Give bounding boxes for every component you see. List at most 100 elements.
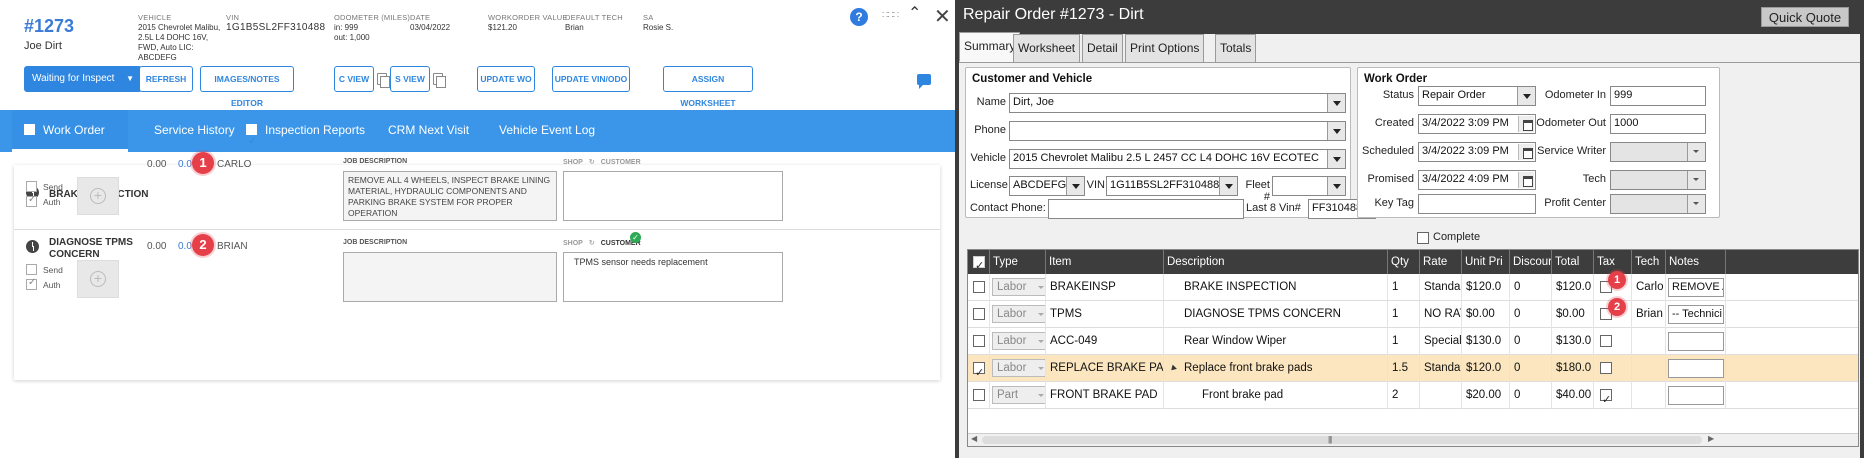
phone-combo[interactable] [1009,121,1346,141]
row-tech: Carlo [1632,274,1666,301]
job-description-field[interactable] [343,252,557,302]
copy-icon[interactable] [433,73,446,88]
customer-note-field[interactable] [563,171,783,221]
row-qty: 1 [1388,328,1420,355]
add-photo-icon: + [90,188,106,204]
table-row[interactable]: Labor ACC-049 Rear Window Wiper 1 Speciali $1… [968,328,1858,355]
row-description: Replace front brake pads [1164,355,1388,382]
tab-checkbox[interactable] [246,122,257,162]
chevron-up-icon[interactable]: ⌃ [908,3,921,23]
tab-detail[interactable]: Detail [1082,34,1123,62]
select-all-checkbox[interactable] [968,250,990,274]
row-qty: 1.5 [1388,355,1420,382]
copy-icon[interactable] [377,73,390,88]
table-row[interactable]: Part FRONT BRAKE PAD Front brake pad 2 $20.0… [968,382,1858,409]
vin-combo[interactable]: 1G11B5SL2FF310488 [1106,176,1238,196]
tab-service-history[interactable]: Service History [154,110,235,152]
workorder-value-info: WORKORDER VALUE $121.20 [488,13,568,32]
tab-print-options[interactable]: Print Options [1125,34,1205,62]
tab-crm-next-visit[interactable]: CRM Next Visit [388,110,469,152]
row-notes-field[interactable]: -- Technici [1666,301,1726,328]
row-disc: 0 [1510,382,1552,409]
row-checkbox[interactable] [968,355,990,382]
chat-icon[interactable] [917,74,931,89]
row-checkbox[interactable] [968,382,990,409]
add-photo-button[interactable]: + [77,177,119,215]
horizontal-scrollbar[interactable]: ◀ ||| ▶ [968,433,1858,446]
row-notes-field[interactable] [1666,382,1726,409]
shop-customer-toggle[interactable]: SHOP ↻ CUSTOMER [563,158,641,166]
contact-phone-field[interactable] [1048,199,1244,219]
customer-note-field[interactable]: TPMS sensor needs replacement [563,252,783,302]
refresh-button[interactable]: REFRESH [139,66,193,92]
row-rate [1420,382,1462,409]
add-photo-button[interactable]: + [77,260,119,298]
row-checkbox[interactable] [968,274,990,301]
tab-totals[interactable]: Totals [1215,34,1257,62]
key-tag-field[interactable] [1418,194,1536,214]
row-notes-field[interactable] [1666,355,1726,382]
auth-checkbox[interactable]: Auth [26,277,61,290]
send-checkbox[interactable]: Send [26,181,63,192]
send-checkbox[interactable]: Send [26,264,63,275]
row-type-combo[interactable]: Labor [990,301,1046,328]
grid-icon[interactable]: ∷∷∷ [882,10,900,22]
dropdown-icon [1327,94,1345,112]
row-notes-field[interactable] [1666,328,1726,355]
images-notes-editor-button[interactable]: IMAGES/NOTES EDITOR [200,66,294,108]
status-combo[interactable]: Repair Order [1418,86,1536,106]
tab-inspection-reports[interactable]: Inspection Reports [246,110,365,162]
expand-icon[interactable] [1169,364,1177,373]
job-description-field[interactable]: REMOVE ALL 4 WHEELS, INSPECT BRAKE LININ… [343,171,557,221]
row-type-combo[interactable]: Labor [990,328,1046,355]
row-notes-field[interactable]: REMOVE A [1666,274,1726,301]
fleet-combo[interactable] [1272,176,1346,196]
license-combo[interactable]: ABCDEFG [1009,176,1085,196]
job-description-label: JOB DESCRIPTION [343,239,408,246]
sa-info: SA Rosie S. [643,13,674,32]
tab-vehicle-event-log[interactable]: Vehicle Event Log [499,110,595,152]
row-checkbox[interactable] [968,328,990,355]
tab-summary[interactable]: Summary [959,32,1021,62]
tab-checkbox[interactable] [24,124,35,135]
tech-combo[interactable] [1610,170,1706,190]
update-vin-odo-button[interactable]: UPDATE VIN/ODO [552,66,630,92]
shop-customer-toggle[interactable]: SHOP ↻ CUSTOMER [563,239,641,247]
row-tech [1632,328,1666,355]
customer-name-combo[interactable]: Dirt, Joe [1009,93,1346,113]
profit-center-combo[interactable] [1610,194,1706,214]
row-tax-checkbox[interactable]: 2 [1594,298,1632,328]
row-checkbox[interactable] [968,301,990,328]
close-icon[interactable]: ✕ [934,4,951,29]
service-writer-combo[interactable] [1610,142,1706,162]
row-tax-checkbox[interactable] [1594,328,1632,355]
vehicle-combo[interactable]: 2015 Chevrolet Malibu 2.5 L 2457 CC L4 D… [1009,149,1346,169]
row-tax-checkbox[interactable] [1594,355,1632,382]
odometer-out-field[interactable]: 1000 [1610,114,1706,134]
table-row[interactable]: LaborREPLACE BRAKE PADSReplace front bra… [968,355,1858,382]
dropdown-icon [1517,87,1535,105]
tab-work-order[interactable]: Work Order [12,110,128,152]
promised-date-field[interactable]: 3/4/2022 4:09 PM [1418,170,1536,190]
row-type-combo[interactable]: Part [990,382,1046,409]
row-tax-checkbox[interactable]: 1 [1594,271,1632,301]
table-row[interactable]: LaborTPMSDIAGNOSE TPMS CONCERN1NO RAT$0.… [968,298,1858,328]
row-type-combo[interactable]: Labor [990,274,1046,301]
update-wo-button[interactable]: UPDATE WO [477,66,535,92]
dropdown-icon [1327,150,1345,168]
auth-checkbox[interactable]: Auth [26,194,61,207]
row-type-combo[interactable]: Labor [990,355,1046,382]
tab-bar: Work Order Service History Inspection Re… [0,110,955,162]
created-date-field[interactable]: 3/4/2022 3:09 PM [1418,114,1536,134]
table-row[interactable]: Labor BRAKEINSP BRAKE INSPECTION 1 Standar $1… [968,271,1858,301]
scheduled-date-field[interactable]: 3/4/2022 3:09 PM [1418,142,1536,162]
assign-worksheet-button[interactable]: ASSIGN WORKSHEET [663,66,753,108]
odometer-in-field[interactable]: 999 [1610,86,1706,106]
c-view-button[interactable]: C VIEW [334,66,374,92]
quick-quote-button[interactable]: Quick Quote [1761,7,1849,27]
help-icon[interactable]: ? [850,8,868,26]
status-dropdown-button[interactable]: Waiting for Inspect ▼ [24,66,142,92]
tab-worksheet[interactable]: Worksheet [1013,34,1081,62]
row-tax-checkbox[interactable] [1594,382,1632,409]
s-view-button[interactable]: S VIEW [390,66,430,92]
